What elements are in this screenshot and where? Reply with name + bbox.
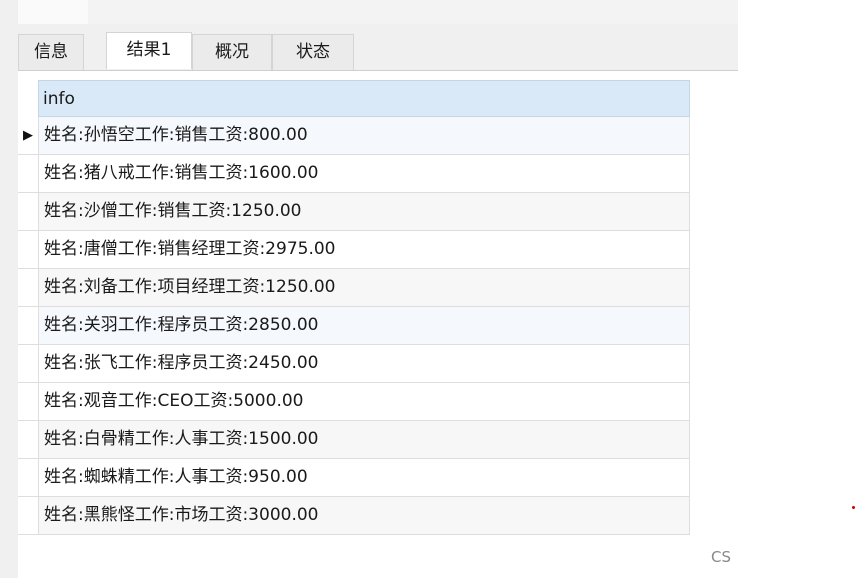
table-row[interactable]: 姓名:白骨精工作:人事工资:1500.00	[18, 421, 690, 459]
tab-result-1[interactable]: 结果1	[106, 32, 192, 69]
current-row-indicator-icon: ▶	[23, 128, 33, 143]
table-cell[interactable]: 姓名:猪八戒工作:销售工资:1600.00	[38, 155, 690, 192]
table-cell[interactable]: 姓名:白骨精工作:人事工资:1500.00	[38, 421, 690, 458]
table-cell[interactable]: 姓名:沙僧工作:销售工资:1250.00	[38, 193, 690, 230]
table-row[interactable]: 姓名:刘备工作:项目经理工资:1250.00	[18, 269, 690, 307]
table-row[interactable]: 姓名:蜘蛛精工作:人事工资:950.00	[18, 459, 690, 497]
table-cell[interactable]: 姓名:蜘蛛精工作:人事工资:950.00	[38, 459, 690, 496]
result-grid: info ▶ 姓名:孙悟空工作:销售工资:800.00 姓名:猪八戒工作:销售工…	[18, 80, 690, 535]
table-row[interactable]: 姓名:观音工作:CEO工资:5000.00	[18, 383, 690, 421]
tab-overview[interactable]: 概况	[192, 34, 272, 70]
red-dot-mark	[852, 506, 855, 509]
table-cell[interactable]: 姓名:孙悟空工作:销售工资:800.00	[38, 117, 690, 154]
column-header-label: info	[43, 89, 75, 109]
table-row[interactable]: 姓名:猪八戒工作:销售工资:1600.00	[18, 155, 690, 193]
watermark-text: CS	[711, 548, 731, 566]
table-row[interactable]: ▶ 姓名:孙悟空工作:销售工资:800.00	[18, 117, 690, 155]
result-tab-bar: 信息 结果1 概况 状态	[18, 24, 738, 71]
tab-info[interactable]: 信息	[18, 34, 84, 70]
table-cell[interactable]: 姓名:刘备工作:项目经理工资:1250.00	[38, 269, 690, 306]
table-row[interactable]: 姓名:唐僧工作:销售经理工资:2975.00	[18, 231, 690, 269]
column-header-info[interactable]: info	[38, 80, 690, 117]
table-cell[interactable]: 姓名:唐僧工作:销售经理工资:2975.00	[38, 231, 690, 268]
table-cell[interactable]: 姓名:张飞工作:程序员工资:2450.00	[38, 345, 690, 382]
table-row[interactable]: 姓名:沙僧工作:销售工资:1250.00	[18, 193, 690, 231]
table-cell[interactable]: 姓名:关羽工作:程序员工资:2850.00	[38, 307, 690, 344]
table-row[interactable]: 姓名:关羽工作:程序员工资:2850.00	[18, 307, 690, 345]
top-toolbar-band	[18, 0, 738, 24]
table-cell[interactable]: 姓名:观音工作:CEO工资:5000.00	[38, 383, 690, 420]
left-border-strip	[0, 0, 18, 578]
table-cell[interactable]: 姓名:黑熊怪工作:市场工资:3000.00	[38, 497, 690, 534]
table-row[interactable]: 姓名:张飞工作:程序员工资:2450.00	[18, 345, 690, 383]
table-row[interactable]: 姓名:黑熊怪工作:市场工资:3000.00	[18, 497, 690, 535]
toolbar-placeholder	[18, 0, 88, 24]
tab-status[interactable]: 状态	[272, 34, 354, 70]
